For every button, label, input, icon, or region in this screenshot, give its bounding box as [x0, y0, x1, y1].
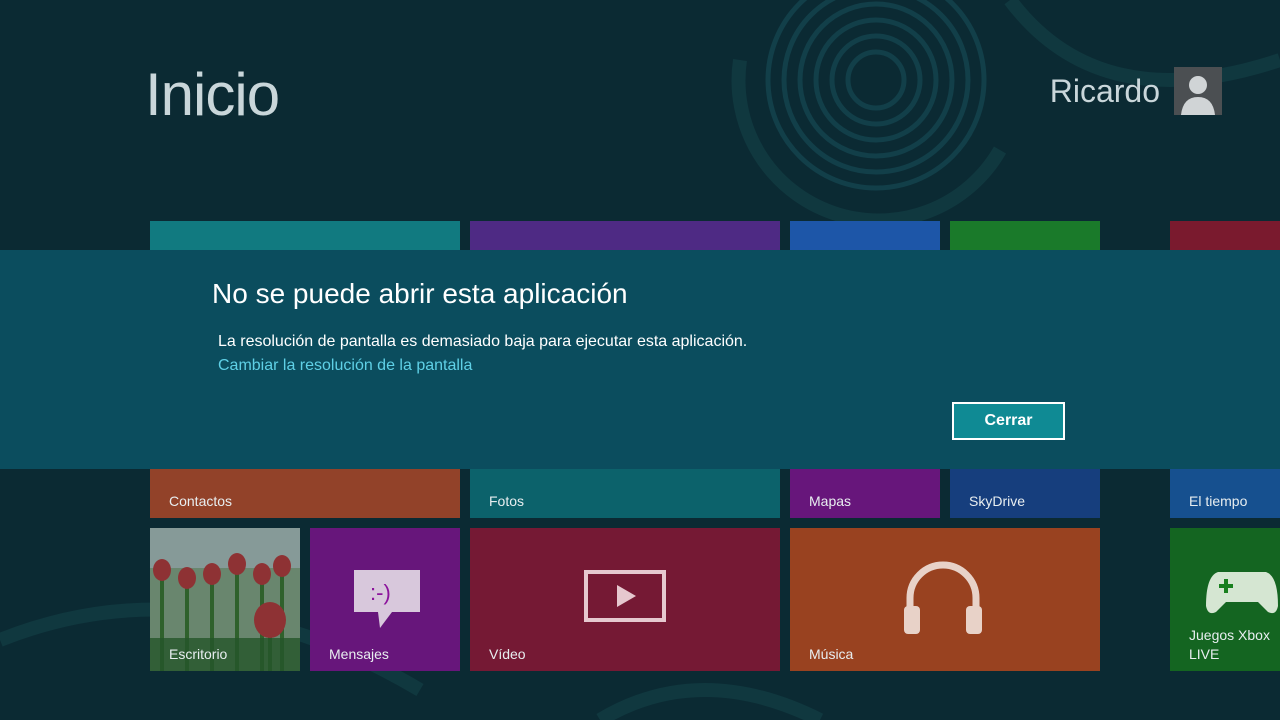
change-resolution-link[interactable]: Cambiar la resolución de la pantalla — [218, 357, 472, 375]
tile-fotos-top-strip — [470, 221, 780, 250]
tile-label: Mensajes — [329, 646, 389, 662]
message-icon: :-) — [354, 570, 420, 628]
headphones-icon — [904, 561, 982, 634]
tile-el-tiempo-top-strip — [1170, 221, 1280, 250]
tile-mensajes[interactable]: :-) Mensajes — [310, 528, 460, 671]
tile-mapas-top-strip — [790, 221, 940, 250]
tile-label: Mapas — [809, 493, 852, 509]
tile-video[interactable]: Vídeo — [470, 528, 780, 671]
dialog-message: La resolución de pantalla es demasiado b… — [218, 333, 748, 350]
tile-contactos-top-strip — [150, 221, 460, 250]
user-account[interactable]: Ricardo — [1050, 67, 1222, 115]
error-dialog: No se puede abrir esta aplicación La res… — [0, 250, 1280, 469]
tile-musica[interactable]: Música — [790, 528, 1100, 671]
tile-label: El tiempo — [1189, 493, 1248, 509]
close-button[interactable]: Cerrar — [952, 402, 1065, 440]
start-title: Inicio — [145, 61, 280, 128]
user-avatar-icon — [1174, 67, 1222, 115]
tile-label: SkyDrive — [969, 493, 1026, 509]
tile-label: Juegos Xbox LIVE — [1189, 627, 1270, 662]
dialog-title: No se puede abrir esta aplicación — [212, 278, 628, 309]
tile-juegos-xbox-live[interactable]: Juegos Xbox LIVE — [1170, 528, 1280, 671]
tile-label: Música — [809, 646, 854, 662]
tile-skydrive-top-strip — [950, 221, 1100, 250]
tile-escritorio[interactable]: Escritorio — [150, 528, 300, 671]
user-name: Ricardo — [1049, 72, 1160, 109]
tile-label: Escritorio — [169, 646, 228, 662]
svg-text::-): :-) — [370, 580, 391, 605]
tile-label: Fotos — [489, 493, 525, 509]
game-controller-icon — [1206, 572, 1278, 614]
tile-label: Contactos — [169, 493, 233, 509]
video-play-icon — [584, 570, 666, 622]
tile-label: Vídeo — [489, 646, 526, 662]
